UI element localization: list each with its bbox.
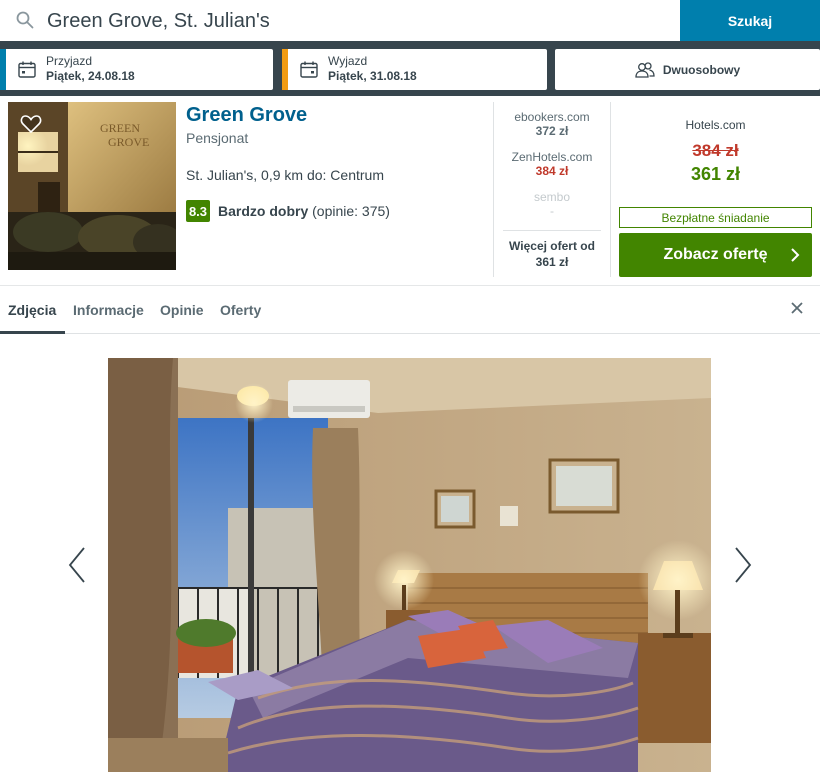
more-offers-price: 361 zł [535,255,569,269]
active-tab-indicator [0,331,65,334]
search-button[interactable]: Szukaj [680,0,820,41]
checkout-field[interactable]: Wyjazd Piątek, 31.08.18 [282,49,547,90]
svg-text:GREEN: GREEN [100,121,140,135]
rating-label: Bardzo dobry [218,203,309,219]
hotel-location: St. Julian's, 0,9 km do: Centrum [186,167,384,183]
checkin-date: Piątek, 24.08.18 [46,69,135,83]
hotel-name[interactable]: Green Grove [186,104,307,127]
rating-reviews: (opinie: 375) [312,203,390,219]
hotel-thumbnail[interactable]: GREEN GROVE [8,102,176,270]
checkout-label: Wyjazd [328,54,368,68]
deal-price: 372 zł [535,124,569,138]
deal-price: - [550,204,554,218]
view-deal-button[interactable]: Zobacz ofertę [619,233,812,277]
room-type-label: Dwuosobowy [662,62,741,77]
calendar-icon [18,61,36,78]
checkin-field[interactable]: Przyjazd Piątek, 24.08.18 [0,49,273,90]
best-deal-site: Hotels.com [685,118,746,132]
rating-score-badge: 8.3 [186,200,210,222]
tab-info[interactable]: Informacje [73,302,144,318]
deal-item[interactable]: ebookers.com 372 zł [494,110,610,138]
tab-reviews[interactable]: Opinie [160,302,204,318]
checkout-accent [282,49,288,90]
close-icon[interactable] [789,300,805,316]
deal-site: sembo [533,190,571,204]
checkout-date: Piątek, 31.08.18 [328,69,417,83]
detail-tabs: Zdjęcia Informacje Opinie Oferty [0,286,820,334]
bedroom-image [108,358,711,772]
free-breakfast-badge: Bezpłatne śniadanie [619,207,812,228]
checkin-label: Przyjazd [46,54,93,68]
rating-summary[interactable]: Bardzo dobry (opinie: 375) [218,203,390,219]
gallery-prev-icon[interactable] [67,546,87,584]
hotel-type: Pensjonat [186,130,249,146]
checkin-accent [0,49,6,90]
view-deal-label: Zobacz ofertę [663,246,768,263]
best-deal-price: 361 zł [690,164,741,184]
search-input[interactable] [47,6,667,36]
calendar-icon [300,61,318,78]
deal-price: 384 zł [535,164,569,178]
svg-text:GROVE: GROVE [108,135,149,149]
deal-item: sembo - [494,190,610,218]
search-icon [16,11,34,29]
tab-photos[interactable]: Zdjęcia [8,302,56,318]
search-bar [0,0,680,41]
room-selector[interactable]: Dwuosobowy [555,49,820,90]
gallery-photo[interactable] [108,358,711,772]
best-deal-old-price: 384 zł [692,141,739,160]
deal-site: ZenHotels.com [511,150,593,164]
guests-icon [635,61,655,78]
hotel-result-card: GREEN GROVE Green Grove Pensjonat St. Ju… [0,96,820,286]
tab-offers[interactable]: Oferty [220,302,261,318]
deal-site: ebookers.com [514,110,590,124]
gallery-next-icon[interactable] [733,546,753,584]
chevron-right-icon [791,248,800,262]
deals-divider [503,230,601,231]
favorite-heart-icon[interactable] [20,114,42,134]
more-offers-label: Więcej ofert od [509,239,595,253]
search-header: Szukaj Przyjazd Piątek, 24.08.18 Wyjazd … [0,0,820,96]
more-offers-link[interactable]: Więcej ofert od 361 zł [494,238,610,270]
deal-item[interactable]: ZenHotels.com 384 zł [494,150,610,178]
